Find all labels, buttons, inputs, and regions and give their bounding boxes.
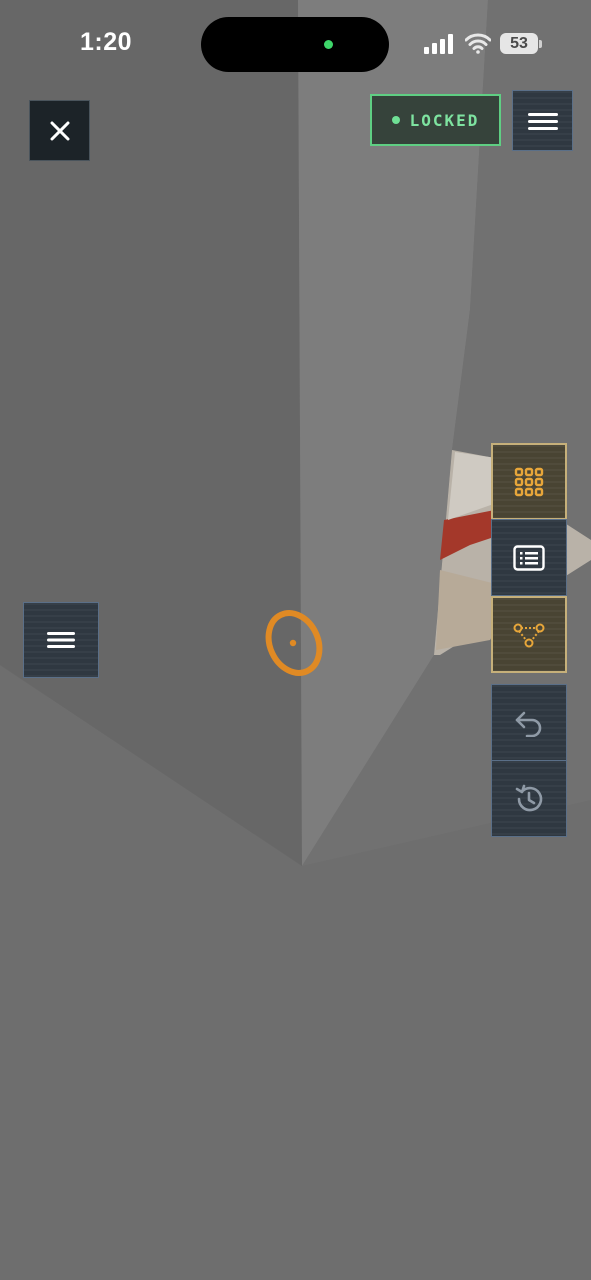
grid-tool-button[interactable] [491, 443, 567, 520]
list-tool-button[interactable] [491, 519, 567, 596]
top-menu-button[interactable] [512, 90, 573, 151]
lock-status-dot [391, 116, 400, 124]
dynamic-island [201, 17, 389, 72]
undo-icon [515, 711, 542, 737]
node-graph-tool-button[interactable] [491, 596, 567, 673]
status-bar: 1:20 53 [0, 0, 591, 90]
close-button[interactable] [29, 100, 90, 161]
history-icon [515, 784, 543, 811]
undo-button[interactable] [491, 684, 567, 761]
node-graph-icon [513, 623, 545, 647]
grid-icon [514, 467, 544, 496]
status-time: 1:20 [80, 28, 133, 56]
wifi-icon [465, 33, 491, 54]
hamburger-menu-icon [47, 632, 75, 648]
close-icon [50, 121, 69, 140]
battery-indicator: 53 [500, 33, 538, 54]
side-menu-button[interactable] [23, 602, 99, 678]
battery-cap [539, 40, 542, 48]
camera-indicator [324, 40, 333, 49]
lock-status-label: LOCKED [409, 110, 480, 130]
signal-icon [424, 34, 453, 54]
lock-status-badge[interactable]: LOCKED [370, 94, 501, 146]
list-icon [513, 544, 545, 571]
history-button[interactable] [491, 760, 567, 837]
target-reticle-icon [265, 610, 323, 676]
hamburger-menu-icon [527, 112, 558, 130]
